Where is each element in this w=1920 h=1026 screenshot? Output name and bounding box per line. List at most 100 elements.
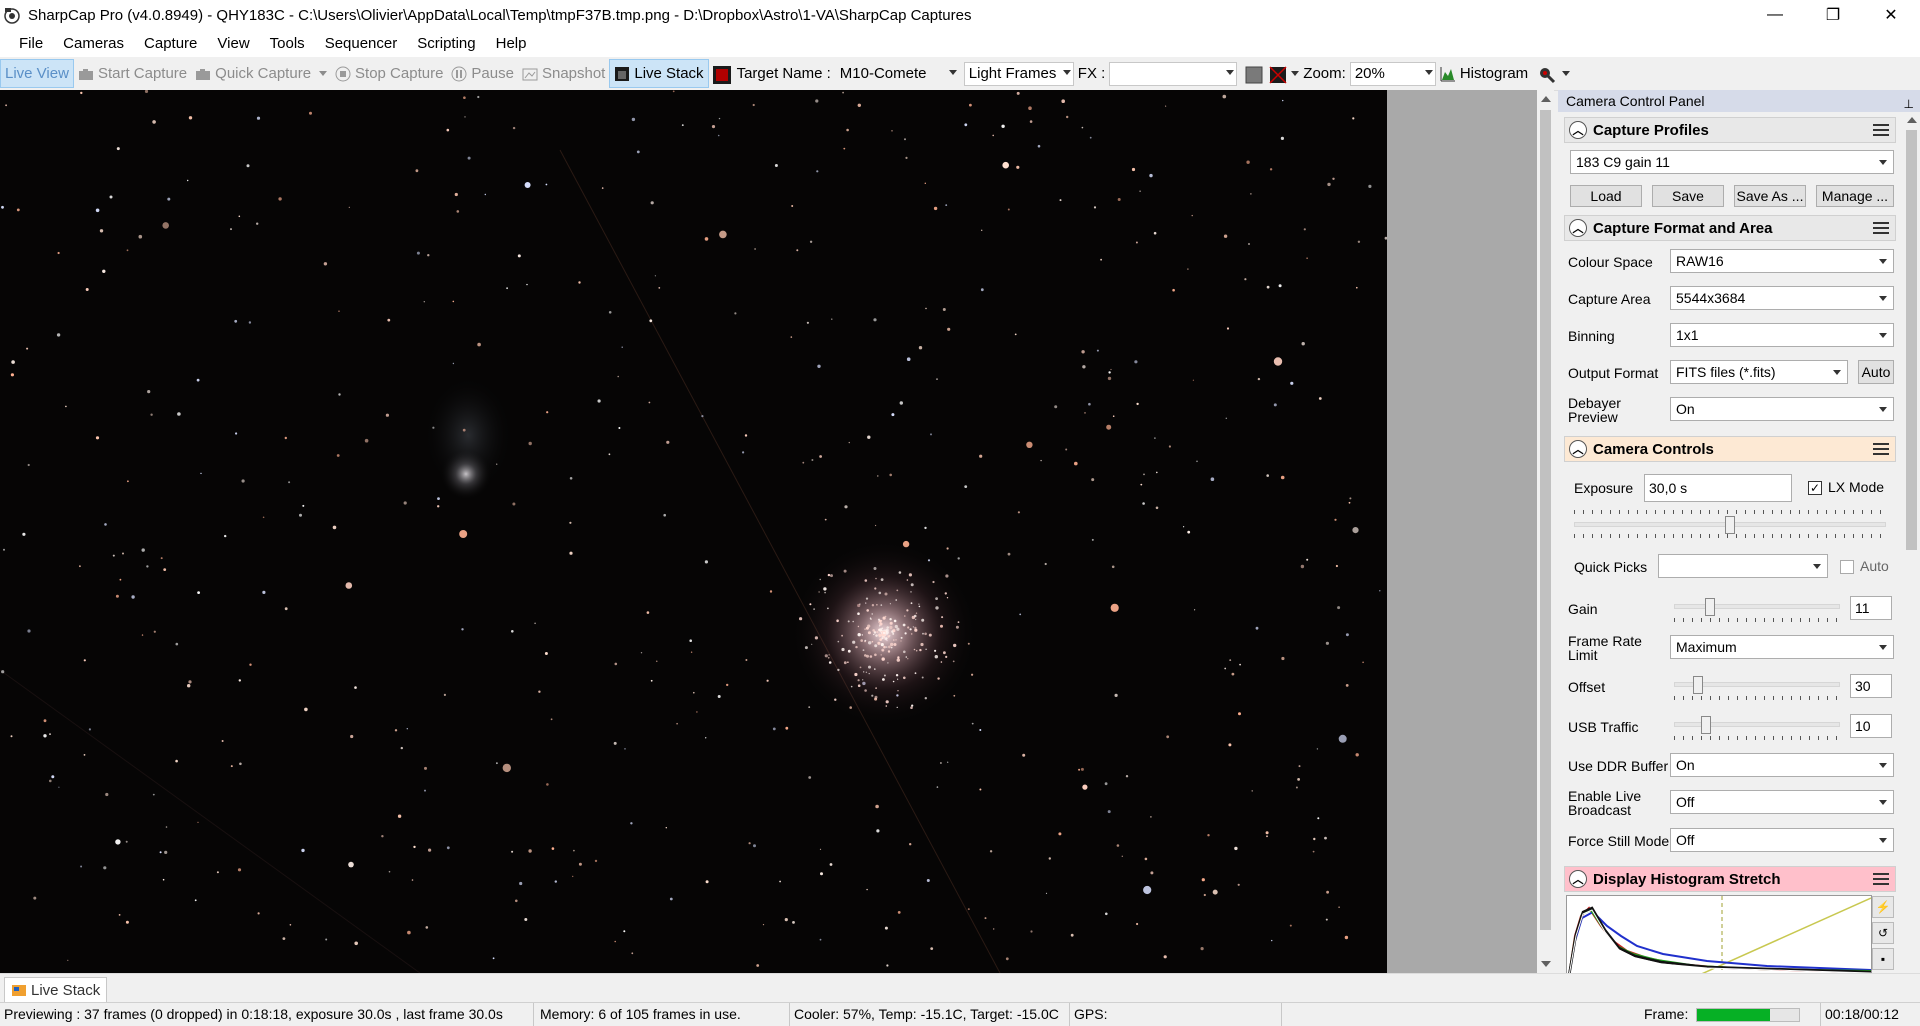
menu-view[interactable]: View bbox=[207, 30, 259, 57]
menu-file[interactable]: File bbox=[0, 30, 53, 57]
ddr-buffer-select[interactable]: On bbox=[1670, 753, 1894, 777]
histogram-button[interactable]: Histogram bbox=[1436, 60, 1532, 87]
cluster-star bbox=[841, 634, 843, 637]
scrollbar-thumb[interactable] bbox=[1540, 110, 1551, 930]
pause-button[interactable]: Pause bbox=[447, 60, 518, 87]
slider-knob[interactable] bbox=[1693, 676, 1703, 694]
gain-value: 11 bbox=[1855, 600, 1870, 616]
manage-profiles-button[interactable]: Manage ... bbox=[1816, 185, 1894, 207]
frame-rate-select[interactable]: Maximum bbox=[1670, 635, 1894, 659]
tab-live-stack[interactable]: Live Stack bbox=[4, 977, 108, 1002]
exposure-input[interactable]: 30,0 s bbox=[1644, 474, 1792, 502]
quick-picks-auto-checkbox[interactable] bbox=[1840, 560, 1854, 574]
target-name-input[interactable]: M10-Comete bbox=[835, 62, 960, 86]
hamburger-icon[interactable] bbox=[1873, 222, 1889, 234]
slider-knob[interactable] bbox=[1705, 598, 1715, 616]
colour-space-select[interactable]: RAW16 bbox=[1670, 249, 1894, 273]
offset-slider[interactable] bbox=[1674, 676, 1840, 702]
histogram-plot[interactable] bbox=[1566, 895, 1872, 973]
load-profile-button[interactable]: Load bbox=[1570, 185, 1642, 207]
hamburger-icon[interactable] bbox=[1873, 443, 1889, 455]
stop-capture-button[interactable]: Stop Capture bbox=[331, 60, 447, 87]
zoom-select[interactable]: 20% bbox=[1349, 61, 1436, 86]
reticle-icon[interactable] bbox=[1269, 65, 1287, 84]
star bbox=[115, 839, 121, 845]
cluster-star bbox=[881, 637, 883, 640]
star bbox=[323, 262, 328, 266]
auto-stretch-icon[interactable]: ⚡ bbox=[1872, 896, 1894, 918]
save-stretch-icon[interactable]: ▪ bbox=[1872, 948, 1894, 970]
exposure-slider[interactable] bbox=[1574, 510, 1886, 538]
collapse-icon[interactable]: ︿ bbox=[1569, 121, 1587, 139]
menu-cameras[interactable]: Cameras bbox=[53, 30, 134, 57]
lx-mode-checkbox[interactable]: ✓ bbox=[1808, 481, 1822, 495]
minimize-button[interactable]: — bbox=[1746, 0, 1804, 30]
grey-square-icon[interactable] bbox=[1245, 66, 1263, 83]
live-view-button[interactable]: Live View bbox=[0, 59, 74, 88]
live-stack-button[interactable]: Live Stack bbox=[609, 59, 709, 88]
usb-traffic-input[interactable]: 10 bbox=[1850, 714, 1892, 738]
offset-input[interactable]: 30 bbox=[1850, 674, 1892, 698]
save-profile-button[interactable]: Save bbox=[1652, 185, 1724, 207]
cluster-star bbox=[895, 674, 899, 677]
start-capture-button[interactable]: Start Capture bbox=[74, 60, 191, 87]
star bbox=[1, 205, 4, 209]
snapshot-button[interactable]: Snapshot bbox=[518, 60, 609, 87]
capture-format-header[interactable]: ︿ Capture Format and Area bbox=[1564, 215, 1896, 241]
save-as-profile-button[interactable]: Save As ... bbox=[1734, 185, 1806, 207]
menu-tools[interactable]: Tools bbox=[260, 30, 315, 57]
chevron-down-icon[interactable] bbox=[319, 71, 328, 76]
camera-controls-header[interactable]: ︿ Camera Controls bbox=[1564, 436, 1896, 462]
gain-input[interactable]: 11 bbox=[1850, 596, 1892, 620]
slider-knob[interactable] bbox=[1725, 516, 1735, 534]
scroll-up-icon[interactable] bbox=[1541, 96, 1551, 102]
capture-area-select[interactable]: 5544x3684 bbox=[1670, 286, 1894, 310]
debayer-preview-select[interactable]: On bbox=[1670, 397, 1894, 421]
scroll-down-icon[interactable] bbox=[1541, 961, 1551, 967]
star-field-image bbox=[0, 90, 1387, 973]
menu-help[interactable]: Help bbox=[486, 30, 537, 57]
fx-select[interactable] bbox=[1109, 61, 1238, 86]
star bbox=[689, 639, 692, 642]
chevron-down-icon[interactable] bbox=[1291, 71, 1300, 76]
force-still-select[interactable]: Off bbox=[1670, 828, 1894, 852]
output-format-select[interactable]: FITS files (*.fits) bbox=[1670, 360, 1848, 384]
quick-capture-button[interactable]: Quick Capture bbox=[191, 60, 331, 87]
scroll-up-icon[interactable] bbox=[1907, 117, 1917, 123]
collapse-icon[interactable]: ︿ bbox=[1569, 870, 1587, 888]
close-button[interactable]: ✕ bbox=[1862, 0, 1920, 30]
frame-type-select[interactable]: Light Frames bbox=[963, 61, 1074, 86]
hamburger-icon[interactable] bbox=[1873, 124, 1889, 136]
slider-knob[interactable] bbox=[1701, 716, 1711, 734]
capture-profiles-header[interactable]: ︿ Capture Profiles bbox=[1564, 117, 1896, 143]
usb-traffic-slider[interactable] bbox=[1674, 716, 1840, 742]
histogram-stretch-header[interactable]: ︿ Display Histogram Stretch bbox=[1564, 866, 1896, 892]
star bbox=[816, 170, 819, 173]
reset-stretch-icon[interactable]: ↺ bbox=[1872, 922, 1894, 944]
profile-select[interactable]: 183 C9 gain 11 bbox=[1570, 150, 1894, 174]
chevron-down-icon[interactable] bbox=[1562, 71, 1571, 76]
star bbox=[141, 548, 145, 552]
menu-capture[interactable]: Capture bbox=[134, 30, 207, 57]
cluster-star bbox=[857, 633, 861, 637]
scrollbar-thumb[interactable] bbox=[1906, 130, 1917, 550]
menu-sequencer[interactable]: Sequencer bbox=[315, 30, 408, 57]
panel-scrollbar[interactable] bbox=[1903, 112, 1920, 973]
magnifier-icon[interactable] bbox=[1538, 66, 1556, 83]
output-format-auto-button[interactable]: Auto bbox=[1858, 360, 1894, 384]
restore-button[interactable]: ❐ bbox=[1804, 0, 1862, 30]
live-broadcast-select[interactable]: Off bbox=[1670, 790, 1894, 814]
image-viewer[interactable] bbox=[0, 90, 1387, 973]
collapse-icon[interactable]: ︿ bbox=[1569, 219, 1587, 237]
quick-picks-select[interactable] bbox=[1658, 554, 1828, 578]
hamburger-icon[interactable] bbox=[1873, 873, 1889, 885]
collapse-icon[interactable]: ︿ bbox=[1569, 440, 1587, 458]
cluster-star bbox=[910, 583, 914, 587]
viewer-vertical-scrollbar[interactable] bbox=[1537, 90, 1554, 973]
star bbox=[461, 628, 464, 631]
star bbox=[526, 283, 528, 286]
binning-select[interactable]: 1x1 bbox=[1670, 323, 1894, 347]
gain-slider[interactable] bbox=[1674, 598, 1840, 624]
menu-scripting[interactable]: Scripting bbox=[407, 30, 485, 57]
cluster-star bbox=[864, 628, 866, 630]
